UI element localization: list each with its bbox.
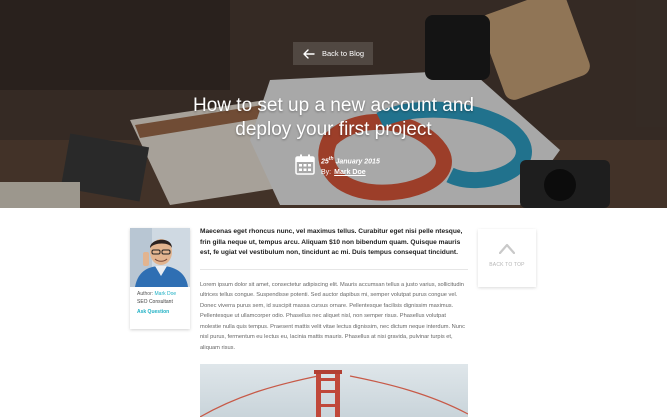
page-title-line-2: deploy your first project — [235, 119, 432, 140]
post-date: 25th January 2015 — [321, 154, 380, 167]
hero-banner: Back to Blog How to set up a new account… — [0, 0, 667, 208]
post-meta: 25th January 2015 By: Mark Doe — [295, 154, 380, 178]
post-date-month-year: January 2015 — [333, 158, 380, 166]
avatar — [130, 228, 190, 287]
page-title: How to set up a new account and deploy y… — [0, 94, 667, 142]
back-to-top-button[interactable]: BACK TO TOP — [478, 229, 536, 287]
back-to-blog-button[interactable]: Back to Blog — [293, 42, 373, 65]
author-name-link[interactable]: Mark Doe — [155, 291, 177, 297]
back-to-blog-label: Back to Blog — [322, 49, 365, 58]
article-image — [200, 364, 468, 417]
article-content: Maecenas eget rhoncus nunc, vel maximus … — [200, 227, 468, 354]
calendar-icon — [295, 154, 315, 175]
post-author-link[interactable]: Mark Doe — [334, 167, 366, 178]
arrow-left-icon — [303, 48, 315, 59]
article-lead: Maecenas eget rhoncus nunc, vel maximus … — [200, 227, 468, 270]
back-to-top-label: BACK TO TOP — [489, 262, 525, 268]
bridge-photo — [200, 364, 468, 417]
by-label: By: — [321, 169, 332, 177]
author-role: SEO Consultant — [137, 298, 173, 305]
ask-question-link[interactable]: Ask Question — [137, 309, 190, 317]
page-title-line-1: How to set up a new account and — [193, 95, 474, 116]
chevron-up-icon — [499, 243, 515, 254]
author-label: Author: — [137, 291, 154, 297]
article-body: Lorem ipsum dolor sit amet, consectetur … — [200, 281, 465, 352]
post-date-day: 25 — [321, 158, 329, 166]
author-card: Author: Mark Doe SEO Consultant Ask Ques… — [130, 228, 190, 329]
